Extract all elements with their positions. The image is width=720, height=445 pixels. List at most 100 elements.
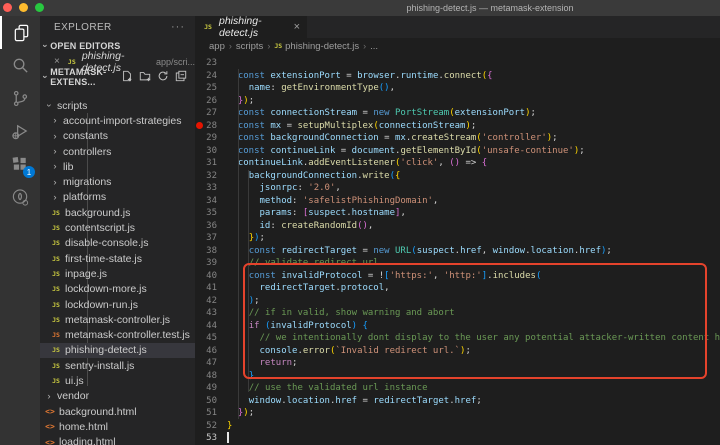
glyph-margin[interactable] [195, 432, 205, 445]
glyph-margin[interactable] [195, 395, 205, 408]
glyph-margin[interactable] [195, 420, 205, 433]
glyph-margin[interactable] [195, 157, 205, 170]
code-line-51[interactable]: 51 }); [195, 407, 720, 420]
code-line-38[interactable]: 38 const redirectTarget = new URL(suspec… [195, 245, 720, 258]
close-icon[interactable]: × [54, 56, 60, 67]
tree-item-inpage-js[interactable]: JSinpage.js [40, 266, 195, 281]
code-line-39[interactable]: 39 // validate redirect url [195, 257, 720, 270]
code-line-30[interactable]: 30 const continueLink = document.getElem… [195, 145, 720, 158]
tree-item-background-html[interactable]: <>background.html [40, 404, 195, 419]
tree-item-background-js[interactable]: JSbackground.js [40, 205, 195, 220]
run-and-debug-icon[interactable] [0, 115, 40, 148]
code-line-45[interactable]: 45 // we intentionally dont display to t… [195, 332, 720, 345]
code-line-53[interactable]: 53 [195, 432, 720, 445]
code-line-28[interactable]: 28 const mx = setupMultiplex(connectionS… [195, 120, 720, 133]
glyph-margin[interactable] [195, 270, 205, 283]
tree-item-first-time-state-js[interactable]: JSfirst-time-state.js [40, 251, 195, 266]
breadcrumb-item[interactable]: scripts [236, 41, 263, 52]
glyph-margin[interactable] [195, 57, 205, 70]
glyph-margin[interactable] [195, 382, 205, 395]
glyph-margin[interactable] [195, 170, 205, 183]
glyph-margin[interactable] [195, 95, 205, 108]
refresh-icon[interactable] [157, 70, 169, 84]
glyph-margin[interactable] [195, 220, 205, 233]
collapse-all-icon[interactable] [175, 70, 187, 84]
code-line-25[interactable]: 25 name: getEnvironmentType(), [195, 82, 720, 95]
code-line-47[interactable]: 47 return; [195, 357, 720, 370]
tree-item-migrations[interactable]: ›migrations [40, 174, 195, 189]
tree-item-lockdown-more-js[interactable]: JSlockdown-more.js [40, 282, 195, 297]
glyph-margin[interactable] [195, 320, 205, 333]
code-line-49[interactable]: 49 // use the validated url instance [195, 382, 720, 395]
code-line-31[interactable]: 31 continueLink.addEventListener('click'… [195, 157, 720, 170]
code-line-48[interactable]: 48 } [195, 370, 720, 383]
breadcrumb-item[interactable]: JSphishing-detect.js [274, 41, 359, 52]
code-line-52[interactable]: 52} [195, 420, 720, 433]
tab-close-icon[interactable]: × [294, 21, 300, 33]
explorer-more-actions-icon[interactable]: ··· [171, 21, 185, 33]
tree-item-sentry-install-js[interactable]: JSsentry-install.js [40, 358, 195, 373]
glyph-margin[interactable] [195, 332, 205, 345]
plugin-icon[interactable] [0, 181, 40, 214]
glyph-margin[interactable] [195, 145, 205, 158]
glyph-margin[interactable] [195, 195, 205, 208]
tree-item-vendor[interactable]: ›vendor [40, 389, 195, 404]
extensions-icon[interactable]: 1 [0, 148, 40, 181]
tree-item-loading-html[interactable]: <>loading.html [40, 435, 195, 445]
new-folder-icon[interactable] [139, 70, 151, 84]
tree-item-lockdown-run-js[interactable]: JSlockdown-run.js [40, 297, 195, 312]
glyph-margin[interactable] [195, 182, 205, 195]
glyph-margin[interactable] [195, 132, 205, 145]
code-line-33[interactable]: 33 jsonrpc: '2.0', [195, 182, 720, 195]
tab-phishing-detect[interactable]: JS phishing-detect.js × [195, 16, 308, 38]
source-control-icon[interactable] [0, 82, 40, 115]
explorer-icon[interactable] [0, 16, 40, 49]
glyph-margin[interactable] [195, 345, 205, 358]
breakpoint-glyph[interactable] [195, 120, 205, 133]
code-line-50[interactable]: 50 window.location.href = redirectTarget… [195, 395, 720, 408]
code-line-41[interactable]: 41 redirectTarget.protocol, [195, 282, 720, 295]
glyph-margin[interactable] [195, 407, 205, 420]
code-line-32[interactable]: 32 backgroundConnection.write({ [195, 170, 720, 183]
code-line-35[interactable]: 35 params: [suspect.hostname], [195, 207, 720, 220]
close-window-button[interactable] [3, 3, 12, 12]
code-line-34[interactable]: 34 method: 'safelistPhishingDomain', [195, 195, 720, 208]
tree-item-contentscript-js[interactable]: JScontentscript.js [40, 220, 195, 235]
glyph-margin[interactable] [195, 207, 205, 220]
code-line-44[interactable]: 44 if (invalidProtocol) { [195, 320, 720, 333]
code-line-46[interactable]: 46 console.error(`Invalid redirect url.`… [195, 345, 720, 358]
code-line-24[interactable]: 24 const extensionPort = browser.runtime… [195, 70, 720, 83]
project-section-header[interactable]: › METAMASK-EXTENS... [40, 69, 195, 85]
glyph-margin[interactable] [195, 307, 205, 320]
tree-item-phishing-detect-js[interactable]: JSphishing-detect.js [40, 343, 195, 358]
code-line-29[interactable]: 29 const backgroundConnection = mx.creat… [195, 132, 720, 145]
code-line-37[interactable]: 37 }); [195, 232, 720, 245]
code-line-36[interactable]: 36 id: createRandomId(), [195, 220, 720, 233]
breadcrumb-item[interactable]: app [209, 41, 225, 52]
tree-item-constants[interactable]: ›constants [40, 129, 195, 144]
glyph-margin[interactable] [195, 232, 205, 245]
code-line-27[interactable]: 27 const connectionStream = new PortStre… [195, 107, 720, 120]
search-icon[interactable] [0, 49, 40, 82]
tree-item-lib[interactable]: ›lib [40, 159, 195, 174]
tree-item-scripts[interactable]: ›scripts [40, 98, 195, 113]
code-editor[interactable]: 2324 const extensionPort = browser.runti… [195, 54, 720, 445]
glyph-margin[interactable] [195, 295, 205, 308]
tree-item-ui-js[interactable]: JSui.js [40, 373, 195, 388]
zoom-window-button[interactable] [35, 3, 44, 12]
minimize-window-button[interactable] [19, 3, 28, 12]
glyph-margin[interactable] [195, 282, 205, 295]
tree-item-platforms[interactable]: ›platforms [40, 190, 195, 205]
breadcrumb-item[interactable]: ... [370, 41, 378, 52]
code-line-43[interactable]: 43 // if in valid, show warning and abor… [195, 307, 720, 320]
new-file-icon[interactable] [121, 70, 133, 84]
code-line-26[interactable]: 26 }); [195, 95, 720, 108]
tree-item-home-html[interactable]: <>home.html [40, 419, 195, 434]
tree-item-metamask-controller-test-js[interactable]: JSmetamask-controller.test.js [40, 327, 195, 342]
glyph-margin[interactable] [195, 107, 205, 120]
glyph-margin[interactable] [195, 257, 205, 270]
glyph-margin[interactable] [195, 370, 205, 383]
tree-item-disable-console-js[interactable]: JSdisable-console.js [40, 236, 195, 251]
glyph-margin[interactable] [195, 357, 205, 370]
glyph-margin[interactable] [195, 245, 205, 258]
